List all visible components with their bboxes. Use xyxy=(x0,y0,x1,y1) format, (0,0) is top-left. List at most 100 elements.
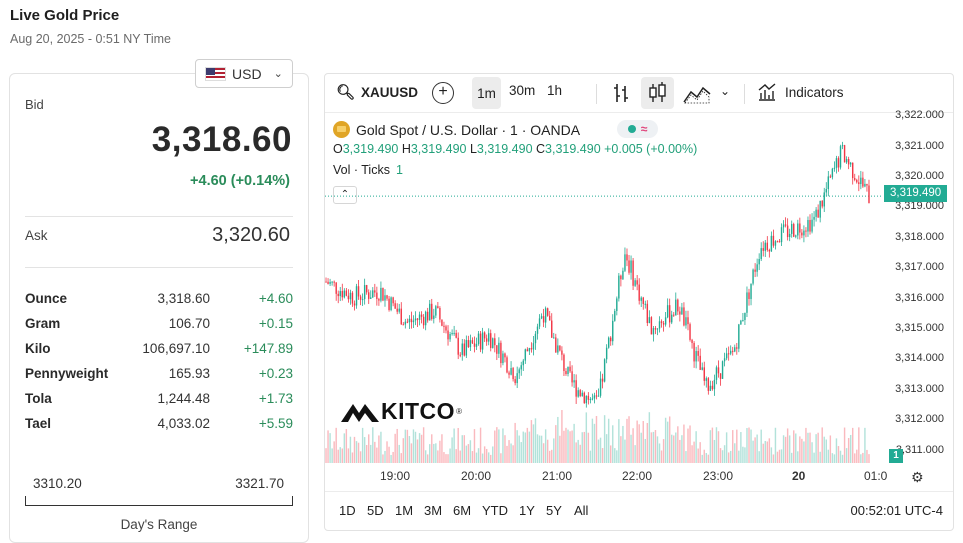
indicators-button[interactable]: Indicators xyxy=(785,85,844,100)
range-3m-button[interactable]: 3M xyxy=(424,503,442,518)
candle-body xyxy=(370,297,372,299)
candle-body xyxy=(540,316,543,319)
volume-bar xyxy=(630,434,632,463)
volume-bar xyxy=(420,434,423,463)
volume-bar xyxy=(355,441,358,463)
currency-dropdown[interactable]: USD ⌄ xyxy=(195,59,293,88)
volume-bar xyxy=(723,445,726,463)
candle-body xyxy=(396,308,398,312)
bar-chart-type-icon[interactable] xyxy=(611,82,631,109)
volume-bar xyxy=(577,439,579,463)
candle-body xyxy=(744,312,746,321)
candle-body xyxy=(575,380,577,397)
candle-body xyxy=(725,353,728,359)
candle-body xyxy=(589,398,592,400)
timeframe-1m-button[interactable]: 1m xyxy=(472,77,501,109)
candle-body xyxy=(382,287,384,301)
range-6m-button[interactable]: 6M xyxy=(453,503,471,518)
volume-bar xyxy=(504,435,506,463)
volume-bar xyxy=(748,427,750,463)
volume-bar xyxy=(506,445,508,463)
candle-body xyxy=(327,281,329,284)
candle-body xyxy=(697,351,699,356)
candle-body xyxy=(424,311,427,326)
chart-settings-icon[interactable]: ⚙︎ xyxy=(911,469,924,486)
candle-body xyxy=(433,315,435,319)
range-1y-button[interactable]: 1Y xyxy=(519,503,535,518)
volume-bar xyxy=(862,452,864,463)
candle-body xyxy=(341,291,343,298)
candle-body xyxy=(431,303,433,319)
candle-body xyxy=(422,316,425,326)
volume-bar xyxy=(449,448,451,463)
candle-body xyxy=(573,380,575,383)
candle-body xyxy=(579,390,581,397)
candle-body xyxy=(376,292,378,299)
kitco-watermark: KITCO ® xyxy=(339,398,462,425)
candle-body xyxy=(601,378,604,382)
candle-body xyxy=(723,358,726,362)
range-1m-button[interactable]: 1M xyxy=(395,503,413,518)
range-5y-button[interactable]: 5Y xyxy=(546,503,562,518)
volume-bar xyxy=(372,427,374,463)
candle-body xyxy=(498,342,500,354)
volume-bar xyxy=(807,432,809,463)
volume-bar xyxy=(345,429,348,463)
compare-symbol-button[interactable]: + xyxy=(432,82,454,104)
volume-bar xyxy=(368,434,370,463)
timeframe-1h-button[interactable]: 1h xyxy=(547,83,562,98)
volume-bar xyxy=(827,449,830,463)
volume-bar xyxy=(473,429,476,463)
volume-bar xyxy=(441,434,443,463)
x-axis-tick: 23:00 xyxy=(703,469,734,483)
volume-bar xyxy=(721,450,724,463)
unit-row-tael: Tael 4,033.02 +5.59 xyxy=(25,416,293,438)
candle-body xyxy=(746,292,748,313)
range-5d-button[interactable]: 5D xyxy=(367,503,384,518)
chevron-down-icon[interactable]: ⌄ xyxy=(720,84,730,98)
candle-body xyxy=(742,320,744,322)
day-range-bar xyxy=(25,496,293,506)
candle-body xyxy=(784,224,787,226)
volume-bar xyxy=(689,425,691,463)
unit-name: Tael xyxy=(25,416,52,431)
volume-bar xyxy=(664,417,667,463)
timeframe-30m-button[interactable]: 30m xyxy=(509,83,535,98)
candle-body xyxy=(630,260,632,273)
candle-body xyxy=(835,158,838,168)
volume-bar xyxy=(481,453,484,463)
volume-bar xyxy=(675,432,677,463)
candle-body xyxy=(638,284,640,301)
candle-body xyxy=(634,280,636,286)
volume-bar xyxy=(422,427,425,463)
volume-bar xyxy=(567,429,569,463)
indicators-icon[interactable] xyxy=(757,82,777,107)
candlestick-chart-type-icon[interactable] xyxy=(641,77,674,109)
volume-bar xyxy=(365,444,368,463)
volume-bar xyxy=(780,449,783,463)
volume-bar xyxy=(699,442,701,463)
candle-body xyxy=(797,223,799,236)
range-all-button[interactable]: All xyxy=(574,503,588,518)
volume-bar xyxy=(687,428,689,463)
range-1d-button[interactable]: 1D xyxy=(339,503,356,518)
volume-bar xyxy=(856,449,858,463)
volume-bar xyxy=(429,444,431,463)
volume-bar xyxy=(457,427,459,463)
candle-body xyxy=(817,209,819,218)
candle-body xyxy=(758,259,760,265)
volume-bar xyxy=(479,427,482,463)
candle-body xyxy=(860,177,862,185)
volume-bar xyxy=(864,427,866,463)
volume-bar xyxy=(522,431,524,463)
range-ytd-button[interactable]: YTD xyxy=(482,503,508,518)
area-chart-type-icon[interactable] xyxy=(683,84,711,109)
volume-bar xyxy=(858,427,860,463)
volume-bar xyxy=(821,427,823,463)
volume-bar xyxy=(528,431,531,463)
volume-bar xyxy=(793,430,795,463)
symbol-search-button[interactable]: 🔍︎ XAUUSD xyxy=(336,83,418,101)
candle-body xyxy=(732,350,734,352)
volume-bar xyxy=(349,436,352,463)
candle-body xyxy=(786,225,789,238)
